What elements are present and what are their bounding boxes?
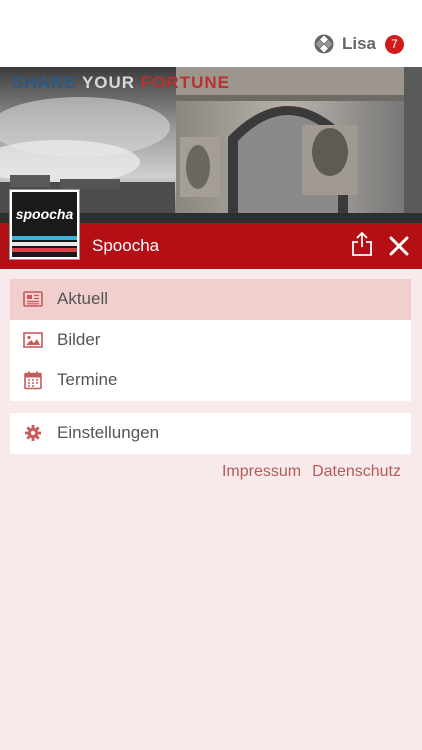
hero-slogan: SHARE YOUR FORTUNE xyxy=(12,73,230,93)
club-name: Spoocha xyxy=(92,236,160,255)
settings-menu: Einstellungen xyxy=(10,413,411,454)
logo-stripe-blue xyxy=(12,236,77,240)
menu-label-einstellungen: Einstellungen xyxy=(57,423,160,443)
menu-label-aktuell: Aktuell xyxy=(57,289,109,309)
slogan-word-fortune: FORTUNE xyxy=(140,73,230,92)
main-menu: Aktuell Bilder Termine xyxy=(10,279,411,401)
menu-label-bilder: Bilder xyxy=(57,329,101,349)
newspaper-icon xyxy=(23,291,43,308)
menu-item-einstellungen[interactable]: Einstellungen xyxy=(10,413,411,454)
footer-links: Impressum Datenschutz xyxy=(222,463,401,481)
top-bar: Lisa 7 xyxy=(0,0,422,67)
user-menu[interactable]: Lisa 7 xyxy=(314,33,404,55)
logo-stripe-white xyxy=(12,242,77,246)
notification-badge: 7 xyxy=(385,34,404,54)
logo-text: spoocha xyxy=(15,206,74,222)
menu-item-termine[interactable]: Termine xyxy=(10,360,411,401)
calendar-icon xyxy=(24,371,42,390)
gear-icon xyxy=(25,425,41,442)
menu-item-bilder[interactable]: Bilder xyxy=(10,320,411,361)
spoocha-logo: spoocha xyxy=(10,190,79,259)
slogan-word-your: YOUR xyxy=(81,73,136,92)
menu-item-aktuell[interactable]: Aktuell xyxy=(10,279,411,320)
slogan-word-share: SHARE xyxy=(12,73,77,92)
share-icon[interactable] xyxy=(351,232,373,256)
user-name: Lisa xyxy=(341,34,376,53)
impressum-link[interactable]: Impressum xyxy=(222,463,301,481)
menu-label-termine: Termine xyxy=(57,370,118,390)
image-icon xyxy=(23,331,43,348)
close-icon[interactable] xyxy=(388,235,410,257)
datenschutz-link[interactable]: Datenschutz xyxy=(312,463,401,481)
logo-stripe-red xyxy=(12,248,77,252)
puzzle-user-icon xyxy=(314,34,334,54)
